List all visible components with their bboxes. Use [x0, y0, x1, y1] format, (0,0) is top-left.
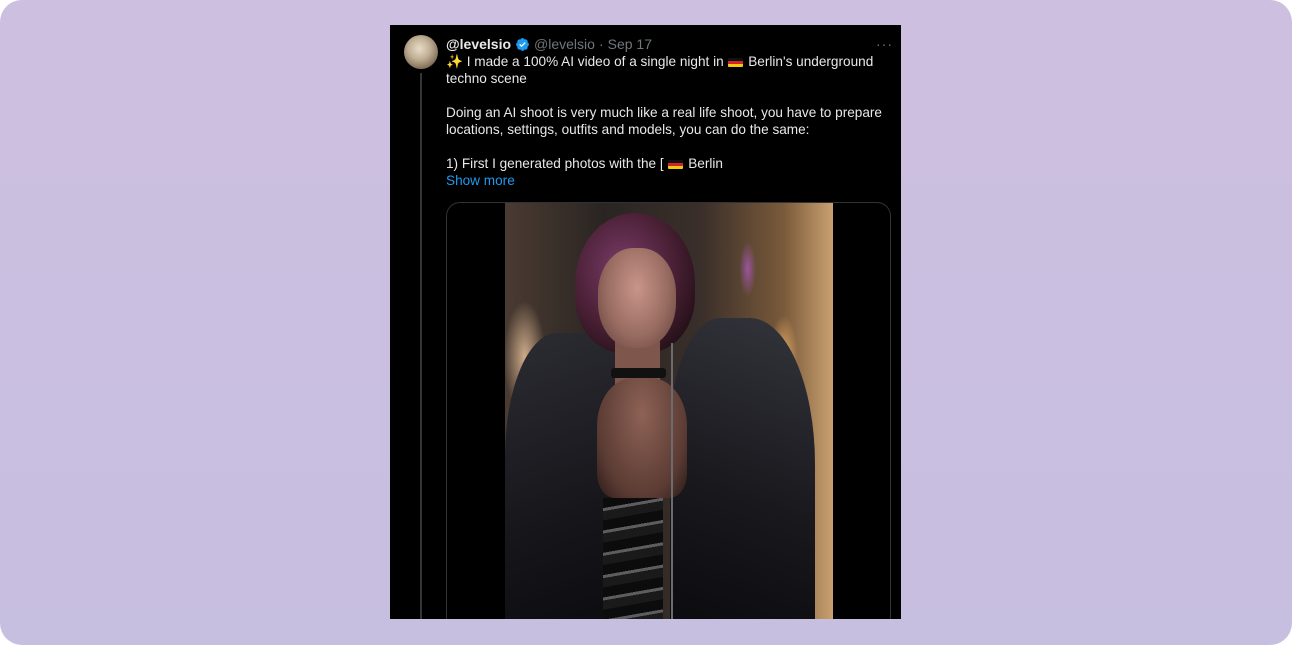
tweet-text-part: 1) First I generated photos with the [: [446, 156, 664, 171]
photo-detail: [671, 343, 673, 619]
photo-detail: [603, 498, 663, 619]
verified-badge-icon: [516, 37, 529, 51]
photo-detail: [597, 378, 687, 498]
display-name[interactable]: @levelsio: [446, 36, 511, 52]
photo-detail: [670, 318, 815, 619]
photo-detail: [598, 248, 676, 348]
tweet-line-1: ✨ I made a 100% AI video of a single nig…: [446, 53, 886, 87]
thread-line: [420, 73, 422, 619]
handle[interactable]: @levelsio: [534, 36, 595, 52]
tweet-paragraph-2: Doing an AI shoot is very much like a re…: [446, 105, 882, 137]
show-more-link[interactable]: Show more: [446, 172, 886, 189]
sparkle-icon: ✨: [446, 54, 463, 69]
tweet-text-part: I made a 100% AI video of a single night…: [466, 54, 724, 69]
more-icon[interactable]: ···: [876, 36, 893, 52]
separator-dot: ·: [598, 36, 604, 52]
tweet-paragraph-3: 1) First I generated photos with the [ B…: [446, 155, 886, 172]
german-flag-icon: [728, 58, 744, 67]
tweet-text: ✨ I made a 100% AI video of a single nig…: [446, 53, 886, 189]
avatar[interactable]: [404, 35, 438, 69]
photo-detail: [611, 368, 666, 378]
media-image[interactable]: [505, 203, 833, 619]
tweet-media[interactable]: [446, 202, 891, 619]
tweet-date[interactable]: Sep 17: [608, 36, 652, 52]
page-background: @levelsio @levelsio · Sep 17 ··· ✨ I mad…: [0, 0, 1292, 645]
tweet-text-part: Berlin: [688, 156, 723, 171]
tweet-card[interactable]: @levelsio @levelsio · Sep 17 ··· ✨ I mad…: [390, 25, 901, 619]
tweet-header: @levelsio @levelsio · Sep 17: [446, 35, 652, 53]
german-flag-icon: [668, 160, 684, 169]
